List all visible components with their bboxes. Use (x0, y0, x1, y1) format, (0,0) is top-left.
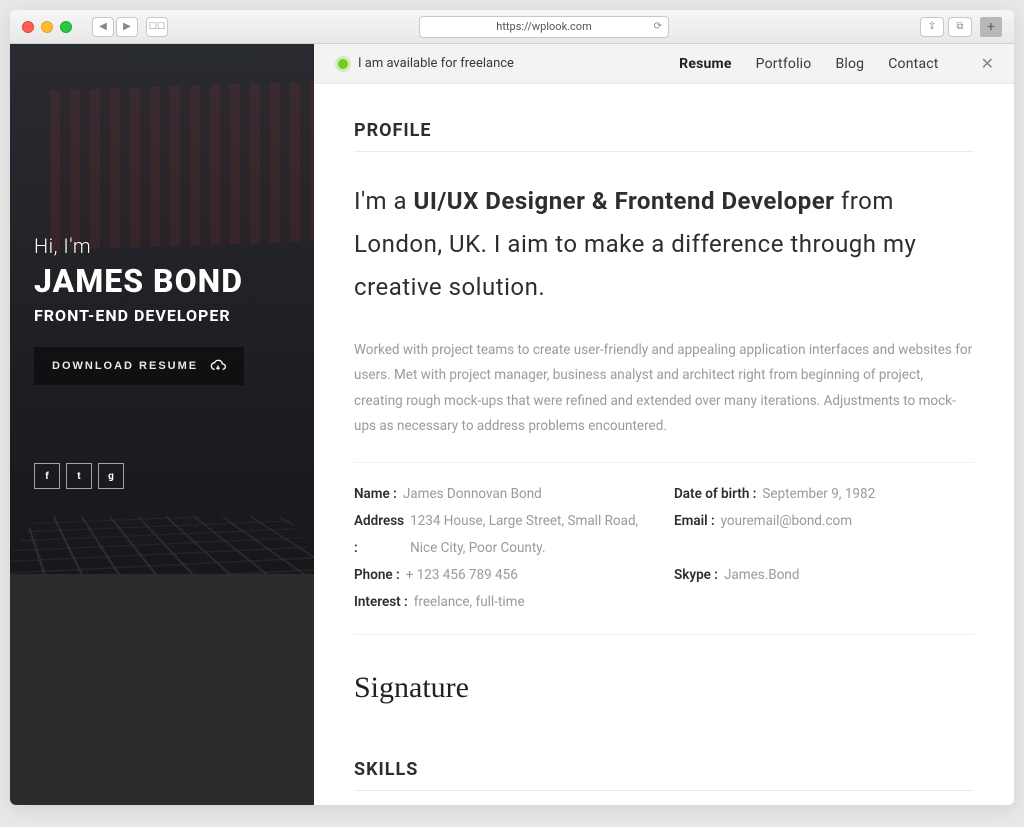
skills-rule (354, 790, 974, 791)
profile-info-grid: Name : James Donnovan Bond Date of birth… (354, 481, 974, 616)
profile-rule (354, 151, 974, 152)
info-email: Email : youremail@bond.com (674, 508, 974, 562)
label-interest: Interest : (354, 589, 408, 616)
url-bar[interactable]: https://wplook.com ⟳ (419, 16, 669, 38)
profile-divider-2 (354, 634, 974, 635)
label-address: Address : (354, 508, 404, 562)
info-skype: Skype : James.Bond (674, 562, 974, 589)
new-tab-button[interactable]: + (980, 17, 1002, 37)
skills-heading: SKILLS (354, 759, 974, 780)
tabs-button[interactable]: ⧉ (948, 17, 972, 37)
nav-resume[interactable]: Resume (679, 56, 731, 72)
twitter-icon[interactable]: t (66, 463, 92, 489)
content-scroll[interactable]: PROFILE I'm a UI/UX Designer & Frontend … (314, 84, 1014, 805)
close-icon[interactable]: ✕ (981, 54, 994, 73)
download-resume-button[interactable]: DOWNLOAD RESUME (34, 347, 244, 385)
sidebar: Hi, I'm JAMES BOND FRONT-END DEVELOPER D… (10, 44, 314, 805)
person-role: FRONT-END DEVELOPER (34, 306, 290, 325)
primary-nav: Resume Portfolio Blog Contact ✕ (679, 54, 994, 73)
nav-contact[interactable]: Contact (888, 56, 938, 72)
info-name: Name : James Donnovan Bond (354, 481, 654, 508)
value-skype: James.Bond (724, 562, 800, 589)
profile-heading: PROFILE (354, 120, 974, 141)
signature: Signature (354, 671, 974, 705)
close-window-icon[interactable] (22, 21, 34, 33)
label-dob: Date of birth : (674, 481, 756, 508)
forward-button[interactable]: ▶ (116, 17, 138, 37)
value-address: 1234 House, Large Street, Small Road, Ni… (410, 508, 654, 562)
availability-indicator-icon (338, 59, 348, 69)
headline-bold: UI/UX Designer & Frontend Developer (414, 187, 835, 215)
info-dob: Date of birth : September 9, 1982 (674, 481, 974, 508)
value-name: James Donnovan Bond (403, 481, 542, 508)
profile-divider-1 (354, 462, 974, 463)
person-name: JAMES BOND (34, 262, 290, 300)
cloud-download-icon (210, 358, 226, 374)
label-name: Name : (354, 481, 397, 508)
nav-blog[interactable]: Blog (835, 56, 864, 72)
info-address: Address : 1234 House, Large Street, Smal… (354, 508, 654, 562)
download-label: DOWNLOAD RESUME (52, 360, 198, 372)
value-dob: September 9, 1982 (762, 481, 875, 508)
browser-window: ◀ ▶ ☐☐ https://wplook.com ⟳ ⇪ ⧉ + Hi, I'… (10, 10, 1014, 805)
sidebar-toggle-button[interactable]: ☐☐ (146, 17, 168, 37)
topbar: I am available for freelance Resume Port… (314, 44, 1014, 84)
value-interest: freelance, full-time (414, 589, 525, 616)
greeting-text: Hi, I'm (34, 234, 290, 258)
reload-icon[interactable]: ⟳ (654, 21, 662, 32)
facebook-icon[interactable]: f (34, 463, 60, 489)
back-button[interactable]: ◀ (92, 17, 114, 37)
profile-description: Worked with project teams to create user… (354, 338, 974, 441)
profile-headline: I'm a UI/UX Designer & Frontend Develope… (354, 180, 974, 310)
availability-text: I am available for freelance (358, 56, 514, 71)
minimize-window-icon[interactable] (41, 21, 53, 33)
main-column: I am available for freelance Resume Port… (314, 44, 1014, 805)
headline-prefix: I'm a (354, 187, 414, 215)
page-body: Hi, I'm JAMES BOND FRONT-END DEVELOPER D… (10, 44, 1014, 805)
label-skype: Skype : (674, 562, 718, 589)
window-controls[interactable] (22, 21, 72, 33)
share-button[interactable]: ⇪ (920, 17, 944, 37)
info-phone: Phone : + 123 456 789 456 (354, 562, 654, 589)
nav-portfolio[interactable]: Portfolio (756, 56, 812, 72)
value-phone: + 123 456 789 456 (406, 562, 518, 589)
google-plus-icon[interactable]: g (98, 463, 124, 489)
url-text: https://wplook.com (496, 20, 591, 33)
label-email: Email : (674, 508, 715, 562)
info-interest: Interest : freelance, full-time (354, 589, 654, 616)
label-phone: Phone : (354, 562, 400, 589)
browser-toolbar: ◀ ▶ ☐☐ https://wplook.com ⟳ ⇪ ⧉ + (10, 10, 1014, 44)
value-email: youremail@bond.com (721, 508, 852, 562)
maximize-window-icon[interactable] (60, 21, 72, 33)
social-links: f t g (10, 463, 314, 489)
nav-buttons: ◀ ▶ ☐☐ (92, 17, 168, 37)
